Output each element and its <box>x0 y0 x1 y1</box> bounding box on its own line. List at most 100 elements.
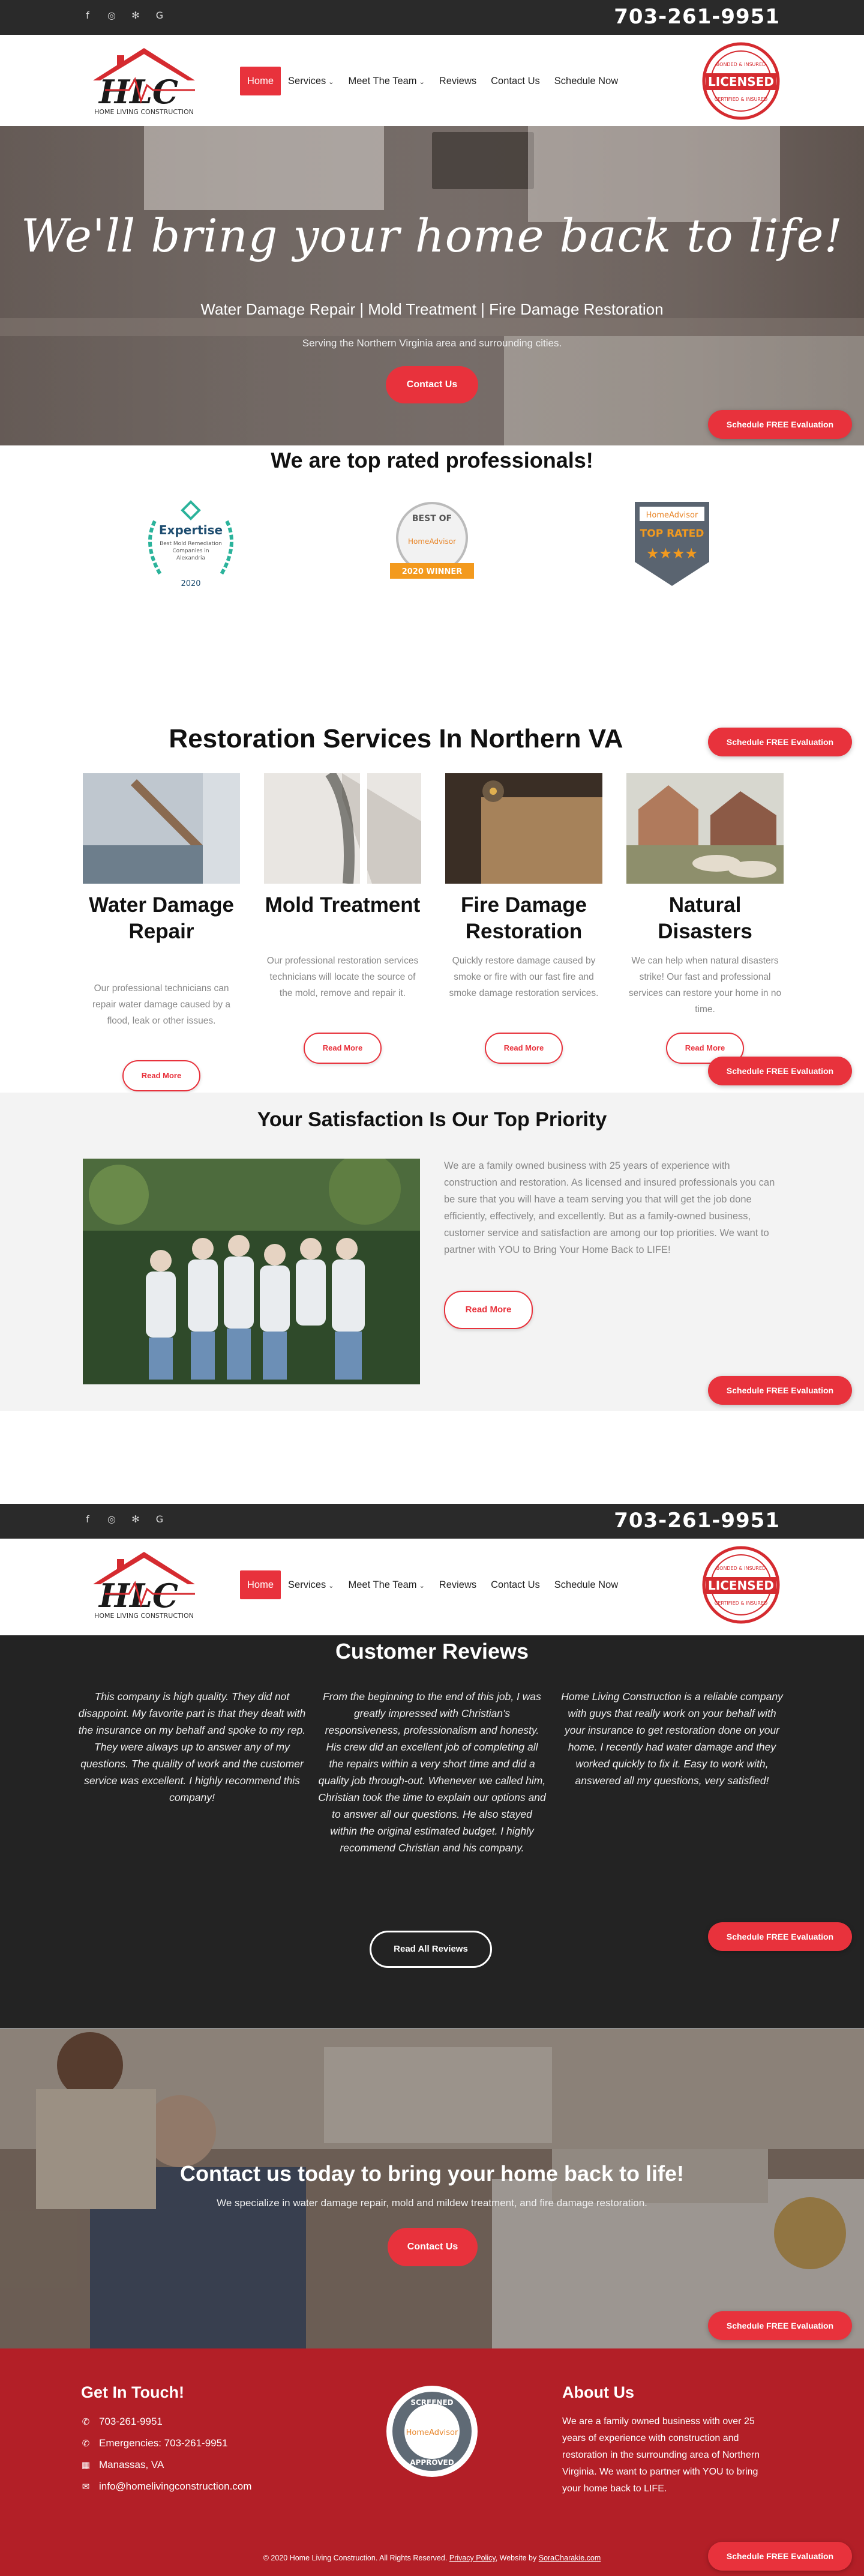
service-title: Water Damage Repair <box>89 893 234 943</box>
read-all-reviews-button[interactable]: Read All Reviews <box>370 1931 492 1968</box>
facebook-icon[interactable]: f <box>81 1512 94 1525</box>
footer-touch-title: Get In Touch! <box>81 2383 184 2401</box>
hero-bg-cabinet <box>144 126 384 210</box>
svg-text:CERTIFIED & INSURED: CERTIFIED & INSURED <box>715 97 767 102</box>
satisfaction-title: Your Satisfaction Is Our Top Priority <box>257 1108 607 1131</box>
google-icon[interactable]: G <box>153 8 166 22</box>
hero-bg-microwave <box>432 132 534 189</box>
hero-bg-cabinet <box>528 126 780 222</box>
svg-text:Alexandria: Alexandria <box>176 555 205 561</box>
schedule-evaluation-button[interactable]: Schedule FREE Evaluation <box>708 2311 852 2340</box>
nav-meet-team[interactable]: Meet The Team ⌄ <box>341 1570 432 1599</box>
footer-emergencies[interactable]: ✆ Emergencies: 703-261-9951 <box>81 2436 321 2451</box>
nav-schedule[interactable]: Schedule Now <box>547 67 625 95</box>
hero-contact-button[interactable]: Contact Us <box>386 366 478 403</box>
svg-text:Companies in: Companies in <box>172 548 209 554</box>
site-header: HLC HOME LIVING CONSTRUCTION Home Servic… <box>0 1539 864 1635</box>
service-read-more-button[interactable]: Read More <box>304 1033 382 1064</box>
schedule-evaluation-button[interactable]: Schedule FREE Evaluation <box>708 1922 852 1951</box>
footer-location: ▦ Manassas, VA <box>81 2458 321 2472</box>
chevron-down-icon: ⌄ <box>419 1582 425 1590</box>
nav-home[interactable]: Home <box>240 1570 281 1599</box>
main-nav: Home Services ⌄ Meet The Team ⌄ Reviews Co… <box>240 1570 625 1599</box>
svg-text:HOME LIVING CONSTRUCTION: HOME LIVING CONSTRUCTION <box>94 1612 194 1620</box>
google-icon[interactable]: G <box>153 1512 166 1525</box>
service-read-more-button[interactable]: Read More <box>122 1060 200 1091</box>
svg-text:CERTIFIED & INSURED: CERTIFIED & INSURED <box>715 1600 767 1606</box>
services-title: Restoration Services In Northern VA <box>169 724 623 753</box>
fire-damage-image <box>445 773 602 884</box>
review-quote: Home Living Construction is a reliable c… <box>561 1691 783 1787</box>
contact-band-section: Contact us today to bring your home back… <box>0 2029 864 2348</box>
instagram-icon[interactable]: ◎ <box>105 1512 118 1525</box>
footer-phone[interactable]: ✆ 703-261-9951 <box>81 2415 321 2429</box>
site-logo[interactable]: HLC HOME LIVING CONSTRUCTION <box>81 1547 207 1621</box>
water-damage-image <box>83 773 240 884</box>
top-rated-award: HomeAdvisor TOP RATED ★★★★ <box>635 502 709 586</box>
nav-reviews[interactable]: Reviews <box>432 1570 484 1599</box>
hero-subtitle: Water Damage Repair | Mold Treatment | F… <box>200 300 664 318</box>
instagram-icon[interactable]: ◎ <box>105 8 118 22</box>
svg-text:HomeAdvisor: HomeAdvisor <box>408 537 456 546</box>
social-links: f ◎ ✻ G <box>81 1512 166 1525</box>
facebook-icon[interactable]: f <box>81 8 94 22</box>
chevron-down-icon: ⌄ <box>328 78 334 86</box>
site-logo[interactable]: HLC HOME LIVING CONSTRUCTION <box>81 43 207 118</box>
chevron-down-icon: ⌄ <box>328 1582 334 1590</box>
nav-meet-team[interactable]: Meet The Team ⌄ <box>341 67 432 95</box>
nav-services-label: Services <box>288 1579 326 1590</box>
schedule-evaluation-button[interactable]: Schedule FREE Evaluation <box>708 1057 852 1085</box>
svg-text:LICENSED: LICENSED <box>708 1578 774 1593</box>
nav-services[interactable]: Services ⌄ <box>281 67 341 95</box>
svg-text:★★★★: ★★★★ <box>646 545 698 562</box>
footer-phone-text: 703-261-9951 <box>99 2416 163 2427</box>
schedule-evaluation-button[interactable]: Schedule FREE Evaluation <box>708 1376 852 1405</box>
reviews-title: Customer Reviews <box>335 1639 529 1664</box>
service-title: Natural Disasters <box>658 893 752 943</box>
footer-email[interactable]: ✉ info@homelivingconstruction.com <box>81 2479 321 2494</box>
svg-text:BONDED & INSURED: BONDED & INSURED <box>716 1566 766 1571</box>
hero-headline: We'll bring your home back to life! <box>20 209 844 262</box>
nav-meet-label: Meet The Team <box>348 76 417 86</box>
licensed-badge: LICENSED BONDED & INSURED CERTIFIED & IN… <box>702 1546 780 1624</box>
svg-text:2020 WINNER: 2020 WINNER <box>402 567 463 576</box>
review-quote: From the beginning to the end of this jo… <box>318 1691 546 1854</box>
header-phone[interactable]: 703-261-9951 <box>614 5 780 29</box>
schedule-evaluation-button[interactable]: Schedule FREE Evaluation <box>708 410 852 439</box>
nav-reviews[interactable]: Reviews <box>432 67 484 95</box>
satisfaction-read-more-button[interactable]: Read More <box>444 1291 533 1329</box>
privacy-policy-link[interactable]: Privacy Policy <box>449 2554 496 2562</box>
credit-link[interactable]: SoraCharakie.com <box>539 2554 601 2562</box>
hero-service-area: Serving the Northern Virginia area and s… <box>302 337 562 349</box>
svg-text:HomeAdvisor: HomeAdvisor <box>406 2428 458 2437</box>
svg-text:HOME LIVING CONSTRUCTION: HOME LIVING CONSTRUCTION <box>94 108 194 116</box>
svg-text:2020: 2020 <box>181 579 200 588</box>
header-phone[interactable]: 703-261-9951 <box>614 1509 780 1533</box>
service-read-more-button[interactable]: Read More <box>485 1033 563 1064</box>
contact-band-button[interactable]: Contact Us <box>388 2228 478 2266</box>
mold-treatment-image <box>264 773 421 884</box>
nav-contact[interactable]: Contact Us <box>484 1570 547 1599</box>
nav-home[interactable]: Home <box>240 67 281 95</box>
nav-contact[interactable]: Contact Us <box>484 67 547 95</box>
yelp-icon[interactable]: ✻ <box>129 1512 142 1525</box>
schedule-evaluation-button[interactable]: Schedule FREE Evaluation <box>708 728 852 756</box>
svg-text:TOP RATED: TOP RATED <box>640 528 704 540</box>
contact-band-title: Contact us today to bring your home back… <box>179 2161 685 2186</box>
map-pin-icon: ▦ <box>81 2460 91 2470</box>
site-header: HLC HOME LIVING CONSTRUCTION Home Servic… <box>0 35 864 126</box>
yelp-icon[interactable]: ✻ <box>129 8 142 22</box>
phone-icon: ✆ <box>82 2438 90 2449</box>
nav-schedule[interactable]: Schedule Now <box>547 1570 625 1599</box>
svg-text:Expertise: Expertise <box>159 523 223 537</box>
service-description: Our professional technicians can repair … <box>92 983 231 1026</box>
service-description: Quickly restore damage caused by smoke o… <box>449 956 599 998</box>
schedule-evaluation-button[interactable]: Schedule FREE Evaluation <box>708 2542 852 2571</box>
nav-services[interactable]: Services ⌄ <box>281 1570 341 1599</box>
phone-icon: ✆ <box>82 2416 90 2427</box>
footer-email-text: info@homelivingconstruction.com <box>99 2481 252 2492</box>
top-bar: f ◎ ✻ G 703-261-9951 <box>0 0 864 35</box>
svg-text:BONDED & INSURED: BONDED & INSURED <box>716 62 766 67</box>
svg-text:SCREENED: SCREENED <box>410 2398 453 2407</box>
family-photo-background <box>0 2029 864 2348</box>
